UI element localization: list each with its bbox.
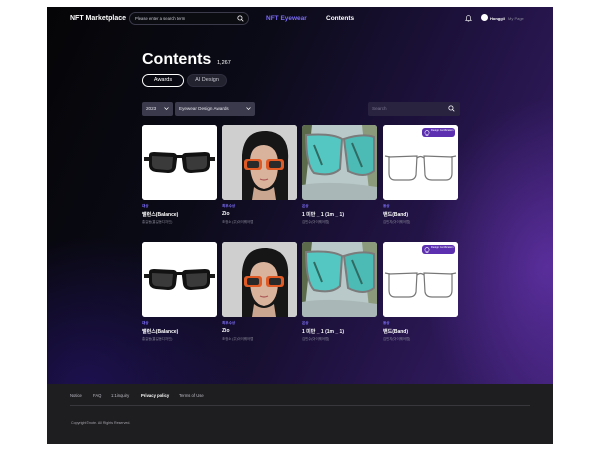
bell-icon[interactable]	[465, 14, 472, 22]
nav-nft-eyewear[interactable]: NFT Eyewear	[266, 15, 307, 22]
eyewear-image[interactable]	[302, 242, 377, 317]
card-designer: 김민지(아이웨어랩)	[383, 337, 411, 341]
card-category: 대상	[142, 321, 149, 325]
eyewear-image[interactable]	[222, 242, 297, 317]
eyewear-image[interactable]: Design Certification	[383, 125, 458, 200]
card-category: 은상	[302, 321, 309, 325]
page-title: Contents	[142, 51, 212, 68]
card-title[interactable]: 1 미만 _ 1 (1m _ 1)	[302, 211, 344, 218]
card-title[interactable]: 밸런스(Balance)	[142, 328, 178, 335]
card-title[interactable]: 밴드(Band)	[383, 328, 408, 335]
eyewear-image[interactable]	[142, 125, 217, 200]
copyright: Copyright©note. All Rights Reserved.	[71, 421, 131, 425]
card-title[interactable]: 1 미만 _ 1 (1m _ 1)	[302, 328, 344, 335]
black-sunglasses-image	[142, 125, 217, 200]
content-count: 1,267	[217, 60, 231, 66]
card-designer: 김민지(아이웨어랩)	[383, 220, 411, 224]
card-category: 대상	[142, 204, 149, 208]
app-frame: NFT Marketplace NFT Eyewear Contents Hon…	[47, 7, 553, 444]
card-category: 은상	[302, 204, 309, 208]
search-icon[interactable]	[448, 105, 455, 112]
main-area: NFT Marketplace NFT Eyewear Contents Hon…	[47, 7, 553, 384]
eyewear-image[interactable]: Design Certification	[383, 242, 458, 317]
card-designer: 홍길동(홍길동디자인)	[142, 220, 173, 224]
chevron-down-icon	[164, 107, 169, 110]
award-select-value: Eyewear Design Awards	[179, 106, 229, 111]
chevron-down-icon	[246, 107, 251, 110]
user-name[interactable]: Honggil	[490, 16, 505, 21]
content-search[interactable]	[368, 102, 460, 116]
card-designer: 조정소 (주)아이웨어랩	[222, 220, 254, 224]
my-page-link[interactable]: My Page	[508, 16, 524, 21]
award-select[interactable]: Eyewear Design Awards	[175, 102, 255, 116]
model-with-orange-glasses-image	[222, 125, 297, 200]
certification-icon	[424, 246, 430, 253]
certification-icon	[424, 129, 430, 136]
card-designer: 김민수(아이웨어랩)	[302, 337, 330, 341]
logo[interactable]: NFT Marketplace	[70, 15, 126, 22]
card-category: 최우수상	[222, 321, 236, 325]
footer-divider	[70, 405, 530, 406]
footer-link-privacy[interactable]: Privacy policy	[141, 393, 169, 398]
badge-label: Design Certification	[431, 246, 454, 249]
content-search-input[interactable]	[372, 104, 442, 113]
card-title[interactable]: Zio	[222, 211, 230, 217]
card-category: 동상	[383, 204, 390, 208]
nav-contents[interactable]: Contents	[326, 15, 354, 22]
tab-ai-design[interactable]: AI Design	[187, 74, 227, 87]
design-certification-badge: Design Certification	[422, 245, 455, 254]
card-designer: 조정소 (주)아이웨어랩	[222, 337, 254, 341]
model-with-orange-glasses-image	[222, 242, 297, 317]
year-select[interactable]: 2023	[142, 102, 173, 116]
card-title[interactable]: 밸런스(Balance)	[142, 211, 178, 218]
avatar[interactable]	[481, 14, 488, 21]
eyewear-image[interactable]	[302, 125, 377, 200]
footer-link-faq[interactable]: FAQ	[93, 393, 101, 398]
badge-label: Design Certification	[431, 129, 454, 132]
footer-link-inquiry[interactable]: 1:1inquiry	[111, 393, 129, 398]
card-title[interactable]: Zio	[222, 328, 230, 334]
card-title[interactable]: 밴드(Band)	[383, 211, 408, 218]
card-category: 동상	[383, 321, 390, 325]
card-category: 최우수상	[222, 204, 236, 208]
footer-link-terms[interactable]: Terms of Use	[179, 393, 204, 398]
footer: Notice FAQ 1:1inquiry Privacy policy Ter…	[47, 384, 553, 444]
eyewear-image[interactable]	[222, 125, 297, 200]
search-input[interactable]	[135, 14, 231, 23]
teal-lens-sunglasses-image	[302, 125, 377, 200]
card-designer: 김민수(아이웨어랩)	[302, 220, 330, 224]
tab-awards[interactable]: Awards	[142, 74, 184, 87]
black-sunglasses-image	[142, 242, 217, 317]
card-designer: 홍길동(홍길동디자인)	[142, 337, 173, 341]
search-icon[interactable]	[237, 15, 244, 22]
eyewear-image[interactable]	[142, 242, 217, 317]
header-search[interactable]	[129, 12, 249, 25]
year-select-value: 2023	[146, 106, 157, 111]
design-certification-badge: Design Certification	[422, 128, 455, 137]
footer-link-notice[interactable]: Notice	[70, 393, 82, 398]
teal-lens-sunglasses-image	[302, 242, 377, 317]
